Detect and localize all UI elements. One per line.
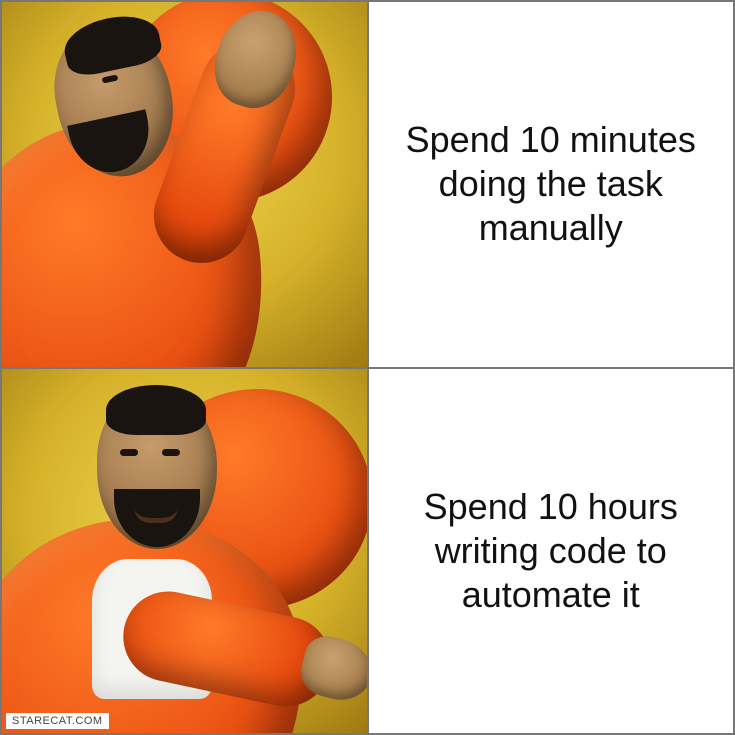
eye-right <box>162 449 180 456</box>
drake-meme: Spend 10 minutes doing the task manually… <box>0 0 735 735</box>
panel-approve-text: Spend 10 hours writing code to automate … <box>368 368 735 735</box>
panel-reject-image <box>1 1 368 368</box>
hair <box>106 385 206 435</box>
drake-approving <box>2 369 367 734</box>
panel-reject-text: Spend 10 minutes doing the task manually <box>368 1 735 368</box>
panel-approve-image: STARECAT.COM <box>1 368 368 735</box>
eye-left <box>120 449 138 456</box>
caption-reject: Spend 10 minutes doing the task manually <box>387 118 716 250</box>
watermark: STARECAT.COM <box>6 713 109 729</box>
caption-approve: Spend 10 hours writing code to automate … <box>387 485 716 617</box>
drake-rejecting <box>2 2 367 367</box>
